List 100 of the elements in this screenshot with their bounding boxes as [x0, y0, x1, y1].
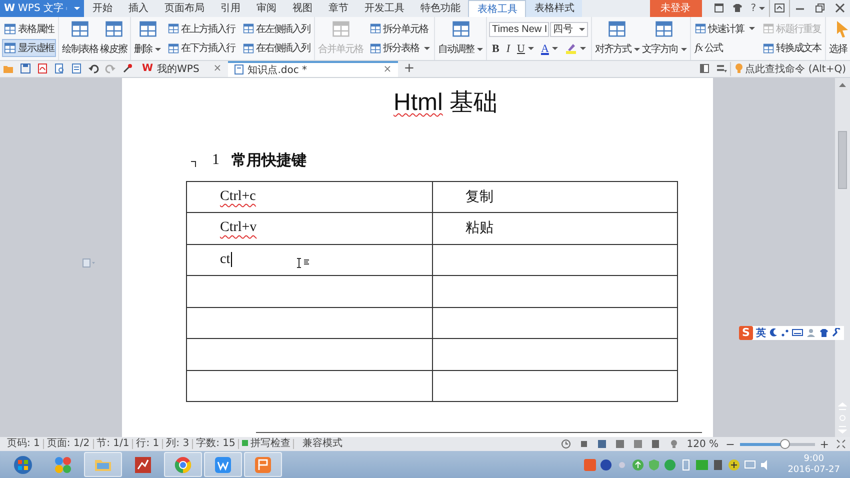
wrench-icon[interactable] [832, 328, 841, 338]
format-button[interactable]: U [514, 42, 537, 55]
help-button[interactable]: ? [746, 0, 769, 17]
ribbon-button[interactable]: 选择 [828, 18, 850, 58]
ribbon-button[interactable]: 自动调整 [437, 18, 484, 58]
reading-view-icon[interactable] [632, 439, 643, 450]
font-name-field[interactable]: Times New I [489, 22, 549, 37]
close-tab-button[interactable]: × [203, 63, 222, 74]
collapse-ribbon-icon[interactable] [774, 3, 785, 14]
ribbon-button[interactable]: 橡皮擦 [99, 18, 128, 58]
menu-tab[interactable]: 特色功能 [412, 0, 468, 17]
clock-date: 2016-07-27 [788, 464, 840, 476]
ribbon-button[interactable]: 在左侧插入列 [241, 20, 312, 38]
restore-icon[interactable] [814, 3, 826, 14]
menu-tab[interactable]: 开发工具 [356, 0, 412, 17]
plus-tray-icon[interactable] [728, 458, 740, 471]
format-button[interactable]: A [538, 42, 561, 55]
new-tab-button[interactable]: + [398, 61, 421, 76]
highlighter-icon [564, 43, 577, 54]
keyboard-icon[interactable] [792, 328, 803, 338]
app-menu-button[interactable]: W WPS 文字 [0, 0, 84, 17]
document-tab[interactable]: W 我的WPS × [136, 60, 228, 77]
menu-tab[interactable]: 插入 [120, 0, 156, 17]
ribbon-button[interactable]: 在右侧插入列 [241, 39, 312, 58]
document-icon[interactable] [71, 63, 82, 74]
menu-tab[interactable]: 引用 [212, 0, 248, 17]
folder-icon[interactable] [3, 63, 14, 74]
ribbon-button[interactable]: 对齐方式 [594, 18, 641, 58]
ime-mode[interactable]: 英 [756, 326, 766, 340]
writer-app-icon[interactable] [204, 452, 242, 478]
ribbon-button[interactable]: 删除 [133, 18, 162, 58]
ribbon-button[interactable]: 快速计算 [692, 20, 757, 38]
ribbon-button[interactable]: 在上方插入行 [166, 20, 237, 38]
page-view-icon[interactable] [596, 439, 607, 450]
spell-check-button[interactable]: 拼写检查 [239, 439, 294, 450]
table-icon [104, 20, 122, 38]
ribbon-button[interactable]: 拆分表格 [368, 39, 432, 58]
format-button[interactable]: B [489, 42, 502, 55]
web-view-icon[interactable] [650, 439, 661, 450]
disk-tray-icon[interactable] [712, 458, 724, 471]
close-tab-button[interactable]: × [373, 64, 392, 76]
table-icon [138, 20, 156, 38]
font-size-field[interactable]: 四号 [550, 22, 588, 37]
punctuation-icon[interactable] [781, 328, 789, 338]
menu-tab[interactable]: 页面布局 [156, 0, 212, 17]
sidebar-icon[interactable] [699, 63, 710, 74]
ime-toolbar[interactable]: S 英 [742, 326, 844, 340]
toggle-button[interactable]: 显示虚框 [2, 39, 56, 58]
menu-tab[interactable]: 章节 [320, 0, 356, 17]
list-icon[interactable] [716, 63, 728, 74]
document-icon [234, 64, 244, 76]
cell-menu-icon[interactable] [82, 258, 96, 268]
ribbon-button[interactable]: fx 公式 [692, 39, 757, 58]
battery-icon[interactable] [680, 458, 692, 471]
menu-tab[interactable]: 表格样式 [526, 0, 582, 17]
ime-logo[interactable]: S [739, 326, 753, 340]
ribbon-button[interactable]: 拆分单元格 [368, 20, 432, 38]
folder-icon[interactable] [84, 452, 122, 478]
zoom-out-button[interactable]: − [722, 438, 738, 451]
ribbon-button[interactable]: 转换成文本 [760, 39, 823, 58]
ribbon-button[interactable]: 在下方插入行 [166, 39, 237, 58]
menu-tab[interactable]: 开始 [84, 0, 120, 17]
shirt-icon[interactable] [732, 3, 743, 14]
save-icon[interactable] [20, 63, 31, 74]
caret-icon [477, 48, 483, 50]
close-icon[interactable] [834, 3, 846, 14]
history-icon[interactable] [560, 439, 571, 450]
ribbon-button[interactable]: 绘制表格 [61, 18, 99, 58]
menu-tab[interactable]: 审阅 [248, 0, 284, 17]
scroll-up-icon[interactable] [838, 80, 847, 89]
redo-icon[interactable] [105, 63, 116, 74]
eye-protection-icon[interactable] [668, 439, 679, 450]
command-search-field[interactable]: 点此查找命令 (Alt+Q) [730, 62, 850, 76]
undo-icon[interactable] [88, 63, 99, 74]
moon-icon[interactable] [769, 328, 778, 338]
zoom-in-button[interactable]: + [816, 438, 832, 451]
caret-icon [74, 6, 80, 10]
fit-window-icon[interactable] [836, 439, 846, 450]
shirt-icon[interactable] [819, 328, 829, 338]
ribbon-button[interactable]: 文字方向 [640, 18, 688, 58]
outline-view-icon[interactable] [614, 439, 625, 450]
fullscreen-icon[interactable] [578, 439, 589, 450]
window-icon[interactable] [714, 3, 724, 14]
menu-tab[interactable]: 表格工具 [468, 0, 526, 17]
document-tab[interactable]: 知识点.doc * × [228, 60, 398, 77]
update-tray-icon[interactable] [632, 458, 644, 471]
vertical-scrollbar[interactable] [835, 78, 850, 438]
help-tray-icon[interactable] [600, 458, 612, 471]
menu-tab[interactable]: 视图 [284, 0, 320, 17]
slider-thumb[interactable] [780, 438, 790, 449]
table-cell: ct [186, 244, 432, 276]
pointer-icon [834, 20, 850, 38]
customize-icon[interactable] [122, 63, 133, 74]
scrollbar-thumb[interactable] [838, 131, 847, 190]
toggle-button[interactable]: 表格属性 [2, 20, 56, 38]
zoom-level: 120 % [686, 438, 720, 450]
presentation-app-icon[interactable] [244, 452, 282, 478]
format-button[interactable]: I [503, 42, 514, 55]
print-preview-icon[interactable] [54, 63, 65, 74]
browser-icon[interactable] [164, 452, 202, 478]
